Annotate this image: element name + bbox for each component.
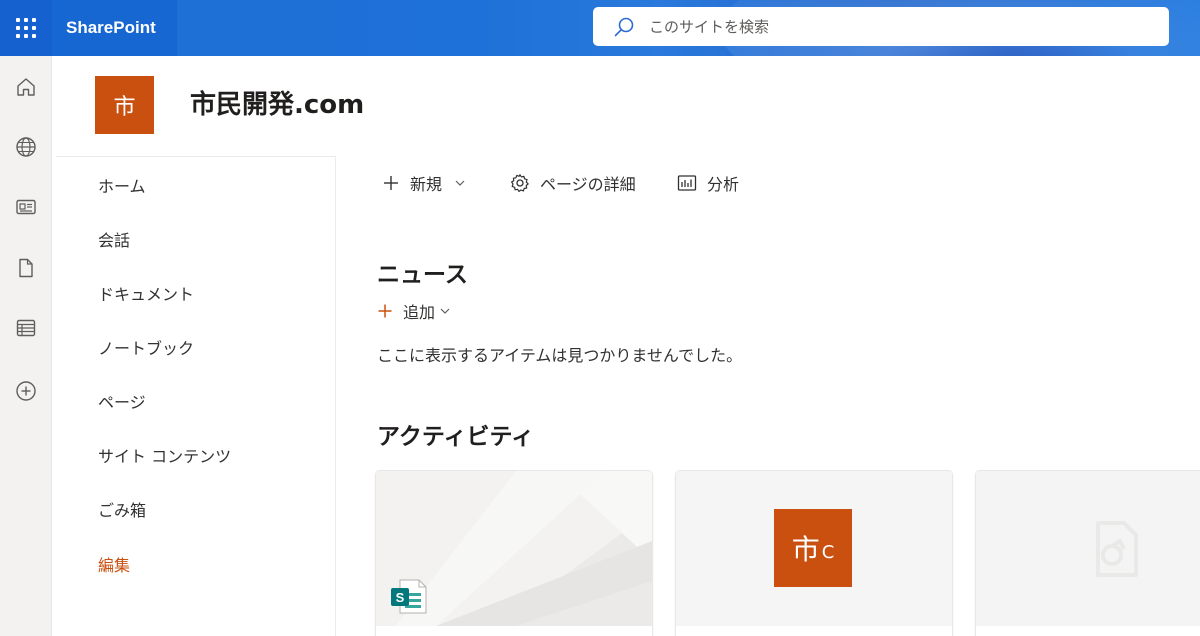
news-icon [16, 199, 36, 215]
analytics-label: 分析 [707, 175, 740, 194]
site-navigation: ホーム 会話 ドキュメント ノートブック ページ サイト コンテンツ ごみ箱 編… [56, 156, 336, 636]
card-thumbnail [976, 471, 1200, 626]
new-button-label: 新規 [410, 175, 443, 194]
nav-item-home[interactable]: ホーム [98, 173, 146, 197]
nav-item-recycle-bin[interactable]: ごみ箱 [98, 497, 146, 521]
globe-icon [16, 137, 36, 157]
sharepoint-brand-link[interactable]: SharePoint [52, 0, 177, 56]
page-details-button[interactable]: ページの詳細 [510, 170, 636, 196]
file-icon [19, 258, 33, 278]
home-icon [17, 78, 35, 96]
nav-edit-link[interactable]: 編集 [98, 552, 130, 576]
gear-icon [511, 174, 529, 192]
add-news-label: 追加 [403, 303, 436, 322]
app-bar-news[interactable] [0, 185, 52, 229]
chevron-down-icon [440, 308, 450, 314]
analytics-button[interactable]: 分析 [677, 170, 739, 196]
app-bar-home[interactable] [0, 65, 52, 109]
activity-card[interactable] [976, 471, 1200, 636]
svg-text:S: S [396, 590, 405, 605]
card-thumbnail: S [376, 471, 652, 626]
nav-item-conversations[interactable]: 会話 [98, 227, 130, 251]
news-empty-message: ここに表示するアイテムは見つかりませんでした。 [377, 346, 743, 365]
site-logo[interactable]: 市 [95, 76, 154, 134]
site-title[interactable]: 市民開発.com [190, 84, 364, 121]
chevron-down-icon [455, 180, 465, 186]
site-logo-thumbnail: 市 C [774, 509, 852, 587]
news-heading: ニュース [377, 262, 468, 288]
add-circle-icon [16, 381, 36, 401]
plus-icon [384, 176, 398, 190]
activity-card[interactable]: 市 C [676, 471, 952, 636]
app-bar-sites[interactable] [0, 125, 52, 169]
search-box[interactable] [593, 7, 1169, 46]
nav-item-documents[interactable]: ドキュメント [98, 281, 194, 305]
app-bar-lists[interactable] [0, 306, 52, 350]
plus-icon [378, 304, 392, 318]
waffle-icon [16, 18, 36, 38]
app-bar [0, 56, 52, 636]
add-news-button[interactable]: 追加 [377, 299, 451, 323]
analytics-icon [677, 175, 697, 191]
placeholder-file-icon [1096, 521, 1138, 577]
activity-card[interactable]: S [376, 471, 652, 636]
new-button[interactable]: 新規 [382, 170, 466, 196]
search-icon [614, 17, 634, 36]
page-details-label: ページの詳細 [540, 175, 636, 194]
list-icon [16, 319, 36, 337]
activity-heading: アクティビティ [377, 424, 535, 450]
app-launcher-button[interactable] [0, 0, 52, 56]
card-thumbnail: 市 C [676, 471, 952, 626]
sharepoint-page-icon: S [391, 579, 427, 614]
nav-item-notebook[interactable]: ノートブック [98, 335, 194, 359]
nav-item-pages[interactable]: ページ [98, 389, 146, 413]
nav-item-site-contents[interactable]: サイト コンテンツ [98, 443, 231, 467]
app-bar-create[interactable] [0, 369, 52, 413]
search-input[interactable] [649, 17, 1129, 36]
suite-bar: SharePoint [0, 0, 1200, 56]
app-bar-files[interactable] [0, 246, 52, 290]
